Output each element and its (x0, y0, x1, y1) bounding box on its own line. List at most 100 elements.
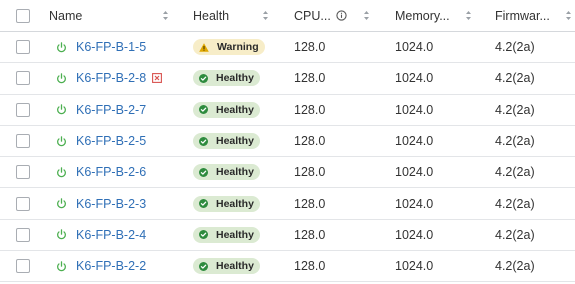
power-icon (56, 198, 67, 209)
warning-triangle-icon (199, 42, 213, 52)
cpu-value: 128.0 (294, 165, 326, 180)
select-all-cell (16, 0, 34, 31)
health-status-label: Healthy (216, 260, 254, 273)
sort-cpu-icon[interactable] (363, 0, 370, 31)
health-cell: Healthy (193, 188, 260, 218)
server-name-link[interactable]: K6-FP-B-2-4 (76, 228, 146, 242)
health-status-badge: Healthy (193, 258, 260, 275)
row-select-cell (16, 32, 34, 62)
server-name-link[interactable]: K6-FP-B-1-5 (76, 40, 146, 54)
cpu-value: 128.0 (294, 71, 326, 86)
row-select-cell (16, 157, 34, 187)
server-name-link[interactable]: K6-FP-B-2-7 (76, 103, 146, 117)
health-status-label: Healthy (216, 103, 254, 116)
table-row[interactable]: K6-FP-B-2-4 Healthy 128.0 1024.0 4.2(2a) (0, 220, 575, 252)
table-row[interactable]: K6-FP-B-2-6 Healthy 128.0 1024.0 4.2(2a) (0, 157, 575, 189)
check-circle-icon (199, 136, 212, 146)
server-name-cell: K6-FP-B-1-5 (49, 32, 146, 62)
row-select-cell (16, 126, 34, 156)
row-checkbox[interactable] (16, 259, 30, 274)
firmware-value: 4.2(2a) (495, 102, 535, 117)
power-icon (56, 104, 67, 115)
column-header-cpu[interactable]: CPU... (294, 0, 347, 31)
column-header-name-label: Name (49, 8, 83, 23)
server-name-link[interactable]: K6-FP-B-2-3 (76, 197, 146, 211)
server-name-link[interactable]: K6-FP-B-2-6 (76, 165, 146, 179)
sort-firmware-icon[interactable] (565, 0, 572, 31)
server-name-link[interactable]: K6-FP-B-2-5 (76, 134, 146, 148)
memory-value: 1024.0 (395, 196, 434, 211)
firmware-value: 4.2(2a) (495, 227, 535, 242)
row-checkbox[interactable] (16, 196, 30, 211)
cpu-value: 128.0 (294, 259, 326, 274)
row-checkbox[interactable] (16, 134, 30, 149)
check-circle-icon (199, 261, 212, 271)
table-row[interactable]: K6-FP-B-2-7 Healthy 128.0 1024.0 4.2(2a) (0, 95, 575, 126)
sort-health-icon[interactable] (262, 0, 269, 31)
health-cell: Healthy (193, 220, 260, 250)
table-row[interactable]: K6-FP-B-1-5 Warning 128.0 1024.0 4.2(2a) (0, 32, 575, 64)
health-status-label: Healthy (216, 228, 254, 241)
health-cell: Healthy (193, 251, 260, 281)
column-header-cpu-label: CPU... (294, 8, 331, 23)
cpu-value: 128.0 (294, 196, 326, 211)
table-row[interactable]: K6-FP-B-2-5 Healthy 128.0 1024.0 4.2(2a) (0, 126, 575, 158)
firmware-value: 4.2(2a) (495, 259, 535, 274)
power-icon (56, 167, 67, 178)
table-body: K6-FP-B-1-5 Warning 128.0 1024.0 4.2(2a)… (0, 32, 575, 283)
cpu-value: 128.0 (294, 134, 326, 149)
row-checkbox[interactable] (16, 102, 30, 117)
health-status-badge: Healthy (193, 195, 260, 212)
health-cell: Healthy (193, 95, 260, 125)
column-header-health-label: Health (193, 8, 230, 23)
memory-value: 1024.0 (395, 227, 434, 242)
select-all-checkbox[interactable] (16, 8, 30, 23)
server-name-cell: K6-FP-B-2-5 (49, 126, 146, 156)
server-name-cell: K6-FP-B-2-7 (49, 95, 146, 125)
health-status-badge: Warning (193, 39, 265, 56)
power-icon (56, 135, 67, 147)
error-square-icon[interactable] (152, 73, 163, 84)
cpu-value: 128.0 (294, 102, 326, 117)
row-checkbox[interactable] (16, 71, 30, 86)
column-header-memory[interactable]: Memory... (395, 0, 450, 31)
row-select-cell (16, 251, 34, 281)
server-name-link[interactable]: K6-FP-B-2-2 (76, 259, 146, 273)
server-name-cell: K6-FP-B-2-4 (49, 220, 146, 250)
table-row[interactable]: K6-FP-B-2-2 Healthy 128.0 1024.0 4.2(2a) (0, 251, 575, 283)
row-select-cell (16, 95, 34, 125)
server-name-cell: K6-FP-B-2-3 (49, 188, 146, 218)
health-status-label: Warning (217, 41, 259, 54)
sort-name-icon[interactable] (162, 0, 169, 31)
row-checkbox[interactable] (16, 165, 30, 180)
row-checkbox[interactable] (16, 40, 30, 55)
health-status-label: Healthy (216, 197, 254, 210)
row-checkbox[interactable] (16, 227, 30, 242)
memory-value: 1024.0 (395, 259, 434, 274)
power-icon (56, 41, 67, 53)
server-name-cell: K6-FP-B-2-8 (49, 63, 163, 93)
column-header-health[interactable]: Health (193, 0, 229, 31)
column-header-name[interactable]: Name (49, 0, 82, 31)
row-select-cell (16, 63, 34, 93)
server-name-link[interactable]: K6-FP-B-2-8 (76, 71, 146, 85)
column-header-firmware[interactable]: Firmwar... (495, 0, 550, 31)
cpu-value: 128.0 (294, 227, 326, 242)
memory-value: 1024.0 (395, 40, 434, 55)
row-select-cell (16, 188, 34, 218)
firmware-value: 4.2(2a) (495, 40, 535, 55)
check-circle-icon (199, 230, 212, 240)
sort-memory-icon[interactable] (465, 0, 472, 31)
server-name-cell: K6-FP-B-2-6 (49, 157, 146, 187)
cpu-value: 128.0 (294, 40, 326, 55)
firmware-value: 4.2(2a) (495, 196, 535, 211)
memory-value: 1024.0 (395, 134, 434, 149)
column-header-firmware-label: Firmwar... (495, 8, 550, 23)
info-icon[interactable] (336, 10, 347, 21)
table-row[interactable]: K6-FP-B-2-3 Healthy 128.0 1024.0 4.2(2a) (0, 188, 575, 220)
health-status-label: Healthy (216, 135, 254, 148)
health-cell: Warning (193, 32, 265, 62)
check-circle-icon (199, 73, 212, 83)
health-status-label: Healthy (216, 166, 254, 179)
table-row[interactable]: K6-FP-B-2-8 Healthy 128.0 1024.0 4.2(2a) (0, 63, 575, 95)
